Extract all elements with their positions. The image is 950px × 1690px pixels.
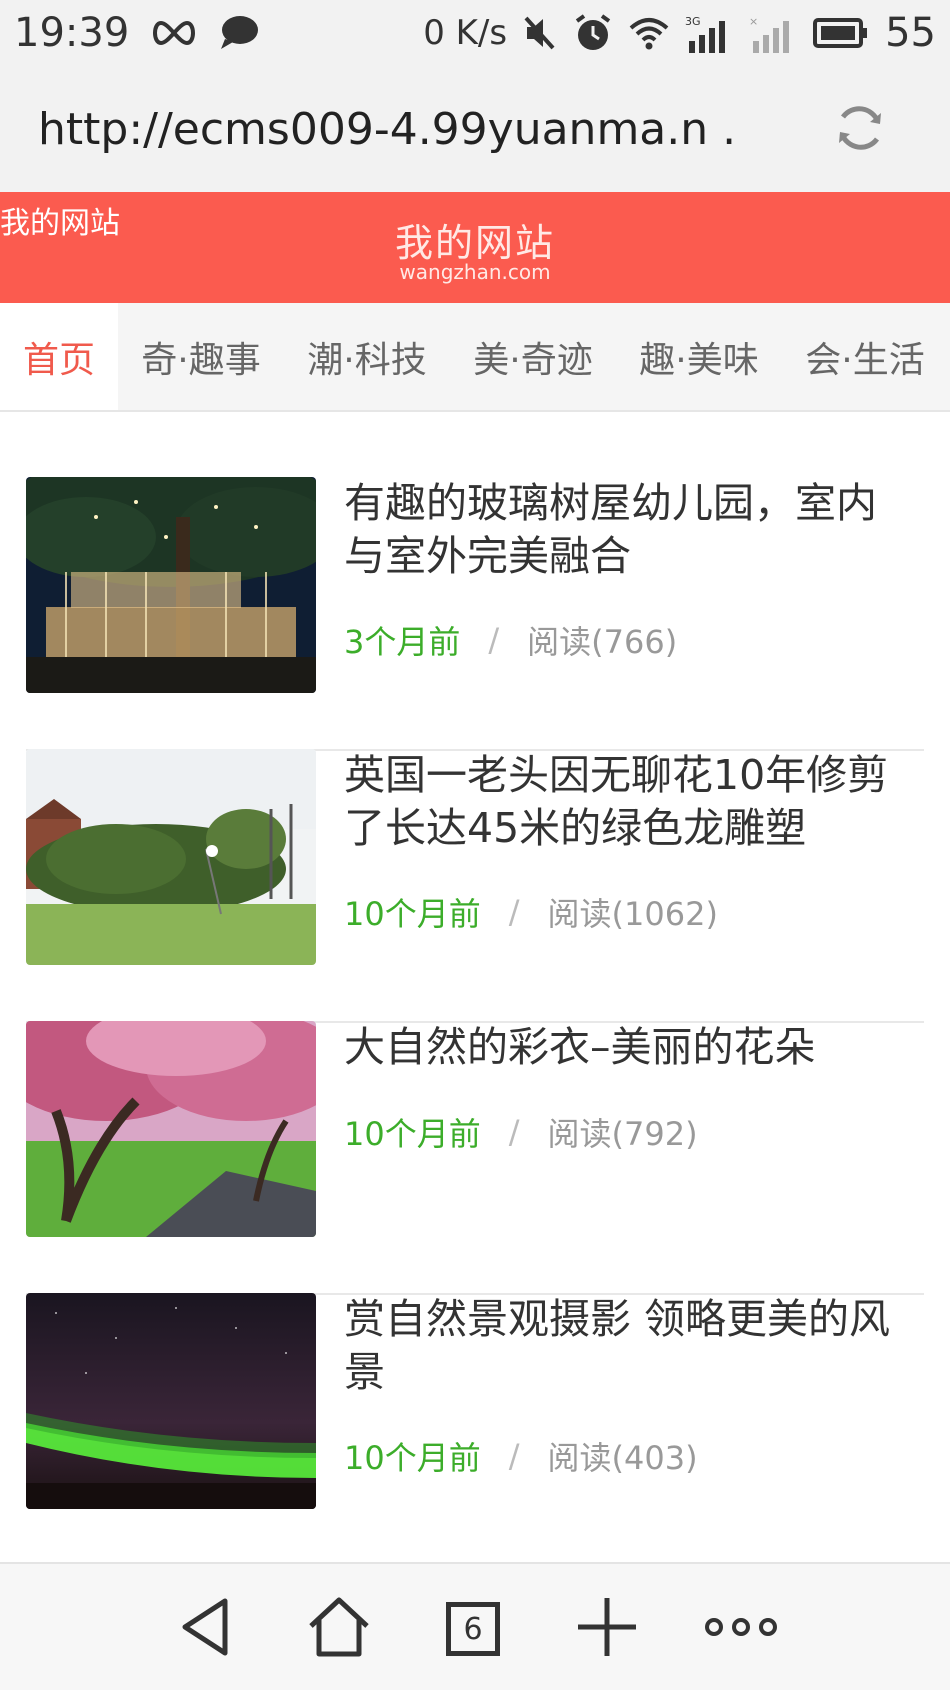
- article-thumbnail[interactable]: [26, 1293, 316, 1509]
- article-meta: 10个月前 / 阅读(792): [344, 1109, 698, 1155]
- svg-text:3G: 3G: [685, 15, 701, 28]
- article-thumbnail[interactable]: [26, 749, 316, 965]
- url-text[interactable]: http://ecms009-4.99yuanma.n ..: [0, 104, 738, 155]
- address-bar[interactable]: http://ecms009-4.99yuanma.n ..: [0, 66, 950, 192]
- chat-bubble-icon: [219, 15, 259, 51]
- refresh-icon[interactable]: [832, 100, 888, 160]
- article-time: 10个月前: [344, 895, 481, 933]
- tab-home[interactable]: 首页: [0, 303, 118, 410]
- signal-3g-icon: 3G: [685, 13, 733, 53]
- tab-count: 6: [446, 1602, 500, 1656]
- meta-separator: /: [508, 893, 520, 931]
- home-button[interactable]: [304, 1594, 374, 1664]
- meta-separator: /: [508, 1113, 520, 1151]
- list-item[interactable]: 英国一老头因无聊花10年修剪了长达45米的绿色龙雕塑 10个月前 / 阅读(10…: [26, 749, 924, 1023]
- meta-separator: /: [488, 621, 500, 659]
- article-thumbnail[interactable]: [26, 477, 316, 693]
- wifi-icon: [629, 16, 669, 50]
- article-time: 3个月前: [344, 623, 461, 661]
- article-title[interactable]: 英国一老头因无聊花10年修剪了长达45米的绿色龙雕塑: [344, 749, 904, 855]
- new-tab-button[interactable]: [572, 1594, 642, 1664]
- tabs-button[interactable]: 6: [438, 1594, 508, 1664]
- meta-separator: /: [508, 1437, 520, 1475]
- network-speed: 0 K/s: [423, 13, 508, 53]
- mute-icon: [523, 14, 557, 52]
- back-arrow-icon: [177, 1597, 233, 1661]
- article-time: 10个月前: [344, 1439, 481, 1477]
- article-read-count: 阅读(403): [547, 1439, 698, 1477]
- site-logo-title[interactable]: 我的网站: [0, 212, 950, 267]
- home-icon: [307, 1596, 371, 1662]
- article-read-count: 阅读(792): [547, 1115, 698, 1153]
- browser-toolbar: 6: [0, 1562, 950, 1690]
- battery-icon: [813, 18, 869, 48]
- status-time: 19:39: [14, 10, 130, 56]
- status-bar: 19:39 0 K/s 3G × 55: [0, 0, 950, 66]
- more-dots-icon: [704, 1615, 778, 1643]
- more-menu-button[interactable]: [704, 1594, 778, 1664]
- article-meta: 10个月前 / 阅读(403): [344, 1433, 698, 1479]
- tab-tech[interactable]: 潮·科技: [284, 303, 450, 410]
- svg-text:×: ×: [749, 15, 758, 28]
- list-item[interactable]: 有趣的玻璃树屋幼儿园，室内与室外完美融合 3个月前 / 阅读(766): [26, 477, 924, 751]
- category-nav: 首页 奇·趣事 潮·科技 美·奇迹 趣·美味 会·生活: [0, 303, 950, 412]
- list-item[interactable]: 大自然的彩衣–美丽的花朵 10个月前 / 阅读(792): [26, 1021, 924, 1295]
- tab-food[interactable]: 趣·美味: [616, 303, 782, 410]
- signal-empty-icon: ×: [749, 13, 797, 53]
- article-meta: 10个月前 / 阅读(1062): [344, 889, 718, 935]
- article-meta: 3个月前 / 阅读(766): [344, 617, 677, 663]
- alarm-icon: [573, 13, 613, 53]
- article-title[interactable]: 有趣的玻璃树屋幼儿园，室内与室外完美融合: [344, 477, 904, 583]
- plus-icon: [576, 1596, 638, 1662]
- back-button[interactable]: [170, 1594, 240, 1664]
- article-time: 10个月前: [344, 1115, 481, 1153]
- article-title[interactable]: 赏自然景观摄影 领略更美的风景: [344, 1293, 904, 1399]
- article-read-count: 阅读(1062): [547, 895, 718, 933]
- tab-fun-stories[interactable]: 奇·趣事: [118, 303, 284, 410]
- site-logo-subtitle: wangzhan.com: [399, 260, 551, 284]
- list-item[interactable]: 赏自然景观摄影 领略更美的风景 10个月前 / 阅读(403): [26, 1293, 924, 1567]
- battery-level: 55: [885, 10, 936, 56]
- infinity-icon: [149, 20, 199, 46]
- tab-wonders[interactable]: 美·奇迹: [450, 303, 616, 410]
- article-thumbnail[interactable]: [26, 1021, 316, 1237]
- article-title[interactable]: 大自然的彩衣–美丽的花朵: [344, 1021, 904, 1074]
- tab-life[interactable]: 会·生活: [782, 303, 948, 410]
- article-read-count: 阅读(766): [527, 623, 678, 661]
- site-header: 我的网站 我的网站 wangzhan.com: [0, 192, 950, 303]
